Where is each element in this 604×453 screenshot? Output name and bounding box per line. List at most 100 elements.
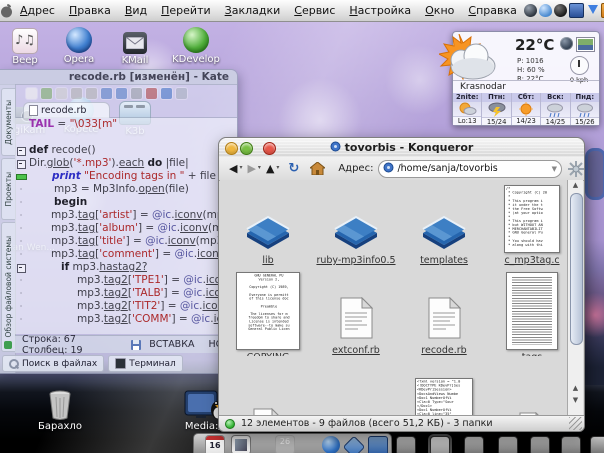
fold-marker-icon[interactable] — [15, 144, 27, 157]
file-label: recode.rb — [421, 345, 466, 356]
konqueror-titlebar[interactable]: tovorbis - Konqueror — [219, 138, 584, 158]
menu-item-Перейти[interactable]: Перейти — [154, 0, 218, 21]
code-text: mp3 = Mp3Info.open(file) — [27, 183, 189, 196]
dark-sphere-icon[interactable] — [554, 4, 567, 17]
menu-item-Сервис[interactable]: Сервис — [287, 0, 342, 21]
calendar-icon[interactable]: 16 — [206, 436, 224, 453]
maximize-button[interactable] — [240, 142, 253, 155]
bookmarks-icon[interactable] — [146, 88, 157, 99]
home-button[interactable] — [310, 162, 325, 175]
close-button[interactable] — [263, 142, 276, 155]
desktop-icon-Opera[interactable]: Opera — [47, 25, 111, 65]
minimize-button[interactable] — [225, 142, 238, 155]
webcam-icon[interactable] — [498, 436, 518, 453]
fold-marker-icon[interactable] — [15, 157, 27, 170]
konqueror-icon — [330, 139, 341, 158]
code-line: ·mp3.tag['artist'] = @ic.iconv(mp3.tag — [15, 209, 237, 222]
redo-icon[interactable] — [176, 88, 187, 99]
mail-icon[interactable] — [561, 436, 581, 453]
undo-icon[interactable] — [161, 88, 172, 99]
tab-recode-rb[interactable]: recode.rb — [23, 102, 110, 118]
desktop-icon-KDevelop[interactable]: KDevelop — [164, 25, 228, 65]
photo-icon[interactable] — [232, 436, 250, 453]
file-c_mp3tag.c[interactable]: /* * Copyright (C) 20 * * This program i… — [492, 182, 568, 266]
konqueror-toolbar: ◀▾ ▶▾ ▲▾ ↻ Адрес: /home/sanja/tovorbis ▼ — [219, 157, 584, 181]
address-input[interactable]: /home/sanja/tovorbis — [397, 163, 548, 174]
file-question[interactable]: ? — [228, 366, 308, 416]
file-COPYING[interactable]: GNU GENERAL PU Version 2, Copyright (C) … — [228, 272, 308, 356]
sidebar-tab-0[interactable]: Документы — [1, 88, 16, 156]
file-icon-doc — [428, 297, 461, 343]
menu-item-Настройка[interactable]: Настройка — [342, 0, 418, 21]
remote-screen-icon[interactable] — [569, 3, 584, 18]
box-icon[interactable] — [368, 436, 388, 453]
file-tags[interactable]: tags — [492, 272, 568, 356]
new-doc-icon[interactable] — [26, 88, 37, 99]
dimmed-calendar-icon[interactable]: 26 — [276, 436, 294, 453]
kate-titlebar[interactable]: recode.rb [изменён] - Kate — [0, 70, 237, 85]
fold-marker-icon[interactable] — [15, 261, 27, 274]
save-icon[interactable] — [101, 88, 112, 99]
menu-item-Окно[interactable]: Окно — [418, 0, 461, 21]
menu-item-Закладки[interactable]: Закладки — [218, 0, 288, 21]
apple-menu-icon[interactable] — [0, 0, 13, 21]
gesture-icon[interactable] — [530, 436, 550, 453]
window-title: tovorbis - Konqueror — [279, 138, 524, 157]
scrollbar-thumb[interactable] — [570, 193, 583, 345]
scroll-up-icon[interactable]: ▲ — [568, 180, 583, 191]
save-as-icon[interactable] — [116, 88, 127, 99]
address-bar[interactable]: /home/sanja/tovorbis ▼ — [378, 160, 562, 178]
menu-item-Адрес[interactable]: Адрес — [13, 0, 62, 21]
menubar-items: АдресПравкаВидПерейтиЗакладкиСервисНастр… — [13, 0, 524, 21]
menu-item-Правка[interactable]: Правка — [62, 0, 118, 21]
code-line: ·mp3.tag['title'] = @ic.iconv(mp3.tag — [15, 235, 237, 248]
system-tray — [524, 1, 604, 20]
scroll-up-icon[interactable]: ▲ — [568, 383, 583, 394]
download-arrow-icon[interactable] — [586, 4, 599, 17]
open-icon[interactable] — [41, 88, 52, 99]
scroll-down-icon[interactable]: ▼ — [568, 395, 583, 406]
file-templates[interactable]: templates — [404, 182, 484, 266]
hand-icon[interactable] — [396, 436, 416, 453]
sidebar-tab-1[interactable]: Проекты — [1, 158, 16, 220]
desktop-icon-Барахло[interactable]: Барахло — [28, 388, 92, 432]
code-line: TAIL = "\033[m" — [15, 118, 237, 131]
menu-item-Вид[interactable]: Вид — [118, 0, 154, 21]
desktop-icon-label: Барахло — [28, 421, 92, 432]
showers-icon — [541, 102, 569, 117]
globe-icon[interactable] — [322, 436, 340, 453]
konqueror-window: tovorbis - Konqueror ◀▾ ▶▾ ▲▾ ↻ Адрес: /… — [218, 137, 585, 432]
up-button[interactable]: ▲▾ — [266, 157, 274, 180]
water-drop-icon[interactable] — [539, 4, 552, 17]
sidebar-tab-2[interactable]: Обзор файловой системы — [1, 222, 16, 352]
desktop-icon-KMail[interactable]: KMail — [103, 26, 167, 66]
save-combo-icon[interactable] — [56, 88, 67, 99]
vertical-scrollbar[interactable]: ▲ ▲ ▼ — [567, 180, 583, 416]
forward-button[interactable]: ▶▾ — [247, 157, 255, 180]
file-doc-small[interactable] — [492, 366, 568, 416]
kate-edit-area[interactable]: TAIL = "\033[m"def recode()Dir.glob('*.m… — [15, 118, 237, 334]
globe2-icon[interactable] — [590, 436, 604, 453]
temperature: 22°C — [515, 36, 554, 54]
reload-button[interactable]: ↻ — [288, 161, 299, 176]
fireworks-icon[interactable] — [430, 436, 450, 453]
file-xml-preview[interactable]: <?xml version = "1.0 <!DOCTYPE KDevPrjSe… — [404, 366, 484, 416]
tool-button-Поиск в файлах[interactable]: Поиск в файлах — [2, 355, 104, 372]
file-package[interactable] — [316, 366, 396, 416]
tool-button-Терминал[interactable]: Терминал — [108, 355, 183, 372]
file-recode.rb[interactable]: recode.rb — [404, 272, 484, 356]
file-extconf.rb[interactable]: extconf.rb — [316, 272, 396, 356]
keyboard-icon[interactable] — [464, 436, 484, 453]
resize-grip[interactable] — [569, 417, 582, 430]
fold-marker-icon — [15, 131, 27, 144]
back-button[interactable]: ◀▾ — [229, 157, 237, 180]
forward-icon[interactable] — [86, 88, 97, 99]
print-icon[interactable] — [131, 88, 142, 99]
file-ruby-mp3info0.5[interactable]: ruby-mp3info0.5 — [316, 182, 396, 266]
menu-item-Справка[interactable]: Справка — [461, 0, 523, 21]
file-lib[interactable]: lib — [228, 182, 308, 266]
address-dropdown-icon[interactable]: ▼ — [552, 165, 557, 173]
back-icon[interactable] — [71, 88, 82, 99]
code-text: def recode() — [27, 144, 96, 157]
globe-link-icon[interactable] — [524, 4, 537, 17]
